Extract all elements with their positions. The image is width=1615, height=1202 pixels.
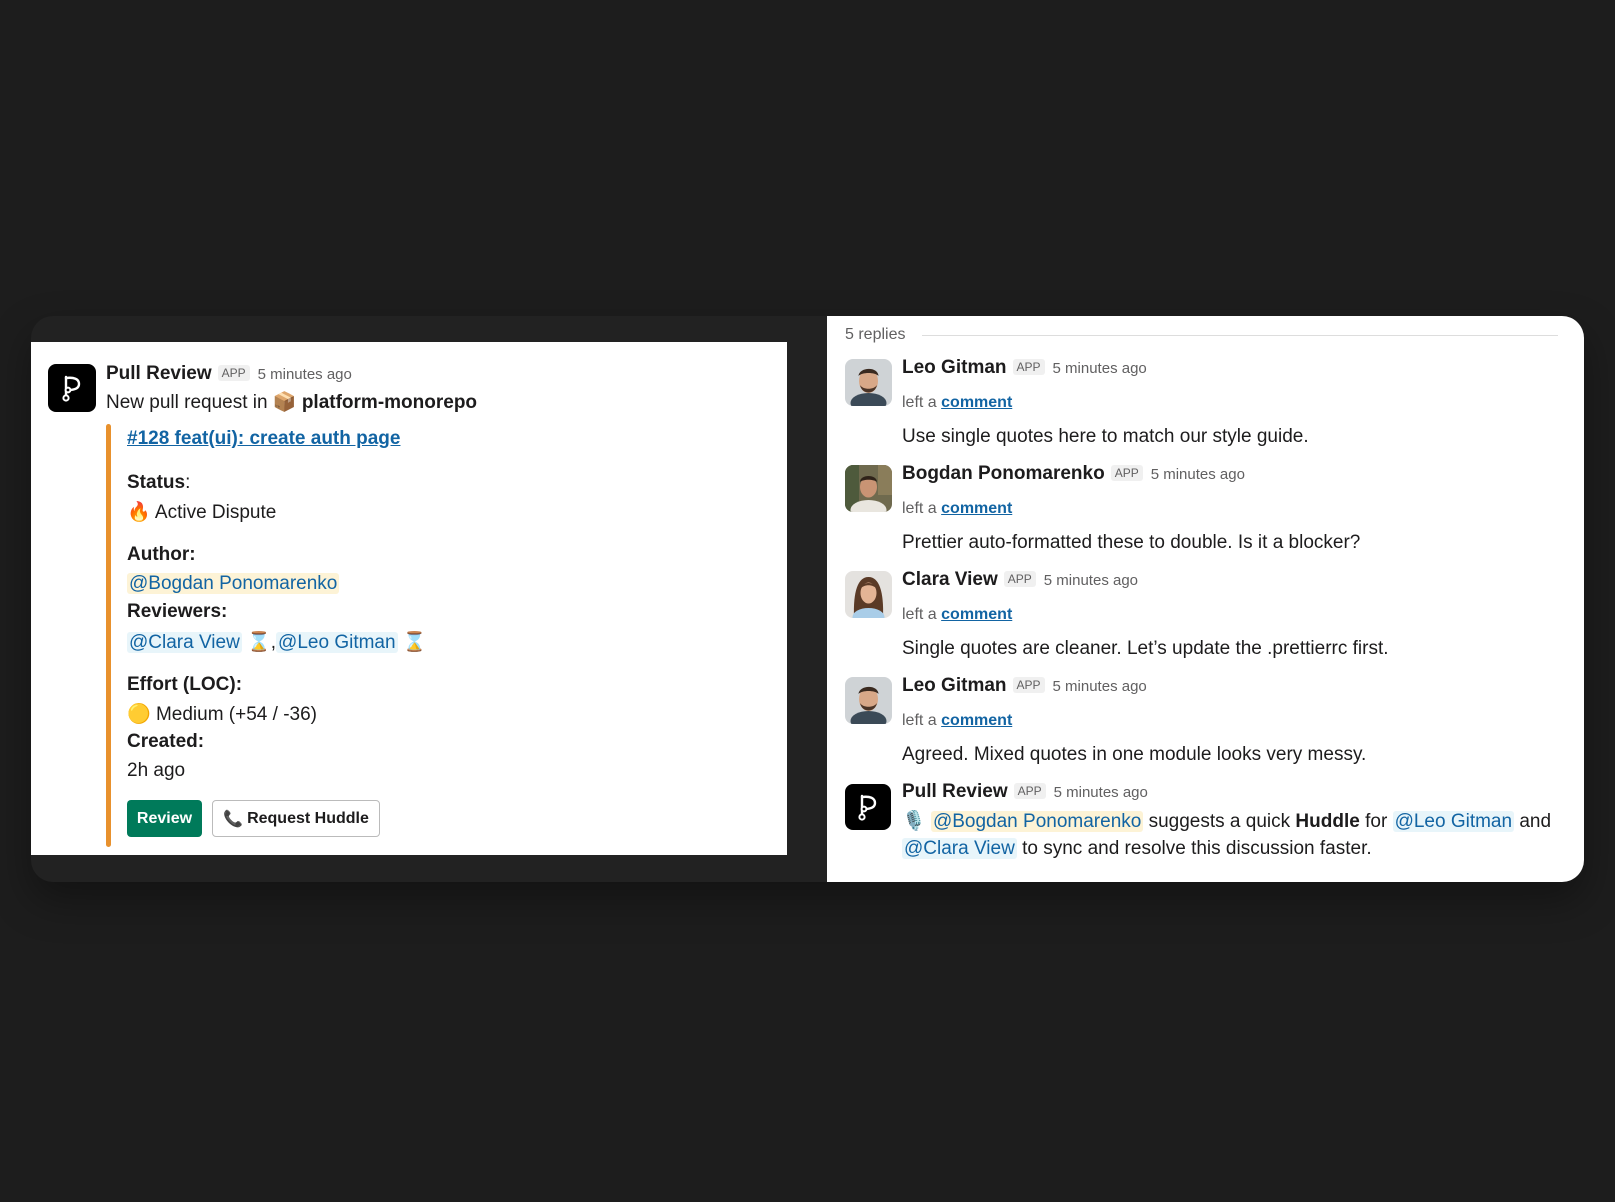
avatar-leo-gitman[interactable] <box>845 359 892 406</box>
author-value-line: @Bogdan Ponomarenko <box>127 573 340 595</box>
reply-header: Clara View APP 5 minutes ago <box>902 569 1138 591</box>
timestamp[interactable]: 5 minutes ago <box>1151 466 1245 483</box>
request-huddle-label: Request Huddle <box>247 809 369 827</box>
mention-leo[interactable]: @Leo Gitman <box>1392 811 1515 832</box>
pr-title-line: #128 feat(ui): create auth page <box>127 428 400 450</box>
package-icon: 📦 <box>272 391 297 413</box>
review-button[interactable]: Review <box>127 800 202 837</box>
reviewer-mention-leo[interactable]: @Leo Gitman <box>276 632 398 653</box>
suggestion-text: suggests a quick <box>1148 811 1291 832</box>
created-value-line: 2h ago <box>127 760 185 782</box>
reviewers-label: Reviewers: <box>127 601 228 622</box>
status-label: Status <box>127 472 186 493</box>
author-label: Author: <box>127 544 196 565</box>
reply-action-text: left a <box>902 500 937 517</box>
avatar-clara-view[interactable] <box>845 571 892 618</box>
hourglass-icon: ⌛ <box>402 631 427 653</box>
repo-name: platform-monorepo <box>301 392 478 413</box>
suggestion-text: to sync and resolve this discussion fast… <box>1022 838 1372 859</box>
phone-icon: 📞 <box>223 809 244 828</box>
reply-action-text: left a <box>902 712 937 729</box>
timestamp[interactable]: 5 minutes ago <box>1054 784 1148 801</box>
app-badge: APP <box>217 365 250 381</box>
effort-value: Medium (+54 / -36) <box>155 704 317 725</box>
avatar-leo-gitman[interactable] <box>845 677 892 724</box>
huddle-suggestion-line-2: @Clara View to sync and resolve this dis… <box>902 838 1372 860</box>
message-header: Pull Review APP 5 minutes ago <box>106 363 352 385</box>
request-huddle-button[interactable]: 📞 Request Huddle <box>212 800 380 837</box>
mention-bogdan[interactable]: @Bogdan Ponomarenko <box>930 811 1144 832</box>
yellow-circle-icon: 🟡 <box>127 703 151 725</box>
effort-label-line: Effort (LOC): <box>127 674 242 696</box>
comment-link[interactable]: comment <box>941 606 1012 623</box>
comment-link[interactable]: comment <box>941 394 1012 411</box>
intro-text: New pull request in <box>106 392 268 413</box>
pr-title-link[interactable]: #128 feat(ui): create auth page <box>127 428 400 449</box>
hourglass-icon: ⌛ <box>247 631 271 653</box>
reply-action-text: left a <box>902 394 937 411</box>
reply-header: Leo Gitman APP 5 minutes ago <box>902 675 1147 697</box>
timestamp[interactable]: 5 minutes ago <box>1053 678 1147 695</box>
comment-link[interactable]: comment <box>941 712 1012 729</box>
reply-text: Single quotes are cleaner. Let’s update … <box>902 638 1389 659</box>
reviewers-value-line: @Clara View ⌛, @Leo Gitman ⌛ <box>127 630 427 654</box>
reply-action-line: left a comment <box>902 606 1012 624</box>
timestamp[interactable]: 5 minutes ago <box>1053 360 1147 377</box>
status-label-line: Status: <box>127 472 190 494</box>
timestamp[interactable]: 5 minutes ago <box>258 366 352 383</box>
reply-author[interactable]: Pull Review <box>902 781 1008 802</box>
status-colon: : <box>185 472 191 493</box>
bot-name[interactable]: Pull Review <box>106 363 212 384</box>
reviewer-mention-clara[interactable]: @Clara View <box>127 632 242 653</box>
fire-icon: 🔥 <box>127 501 151 523</box>
reply-action-line: left a comment <box>902 712 1012 730</box>
avatar-bogdan-ponomarenko[interactable] <box>845 465 892 512</box>
app-badge: APP <box>1012 359 1045 375</box>
created-label: Created: <box>127 731 205 752</box>
comment-link[interactable]: comment <box>941 500 1012 517</box>
status-value: Active Dispute <box>154 502 277 523</box>
attachment-bar <box>106 424 111 847</box>
mention-clara[interactable]: @Clara View <box>902 838 1017 859</box>
author-mention[interactable]: @Bogdan Ponomarenko <box>127 573 340 594</box>
reply-text: Prettier auto-formatted these to double.… <box>902 532 1361 553</box>
created-value: 2h ago <box>127 760 186 781</box>
microphone-icon: 🎙️ <box>902 810 926 832</box>
reply-header: Bogdan Ponomarenko APP 5 minutes ago <box>902 463 1245 485</box>
reply-header: Pull Review APP 5 minutes ago <box>902 781 1148 803</box>
intro-line: New pull request in 📦 platform-monorepo <box>106 390 477 414</box>
status-value-line: 🔥 Active Dispute <box>127 500 276 524</box>
reply-author[interactable]: Bogdan Ponomarenko <box>902 463 1105 484</box>
app-badge: APP <box>1110 465 1143 481</box>
pull-review-logo-icon[interactable] <box>845 784 891 830</box>
reply-header: Leo Gitman APP 5 minutes ago <box>902 357 1147 379</box>
reply-text: Agreed. Mixed quotes in one module looks… <box>902 744 1367 765</box>
author-label-line: Author: <box>127 544 196 566</box>
reply-action-line: left a comment <box>902 500 1012 518</box>
replies-divider <box>922 335 1558 336</box>
branch-icon <box>858 794 877 821</box>
app-badge: APP <box>1012 677 1045 693</box>
created-label-line: Created: <box>127 731 204 753</box>
timestamp[interactable]: 5 minutes ago <box>1044 572 1138 589</box>
reply-text: Use single quotes here to match our styl… <box>902 426 1309 447</box>
reply-author[interactable]: Leo Gitman <box>902 357 1007 378</box>
huddle-bold-text: Huddle <box>1295 811 1360 832</box>
reply-author[interactable]: Clara View <box>902 569 998 590</box>
huddle-suggestion-line-1: 🎙️ @Bogdan Ponomarenko suggests a quick … <box>902 809 1551 833</box>
effort-label: Effort (LOC): <box>127 674 243 695</box>
app-badge: APP <box>1013 783 1046 799</box>
replies-count[interactable]: 5 replies <box>845 326 905 344</box>
pull-review-logo-icon[interactable] <box>48 364 96 412</box>
app-badge: APP <box>1003 571 1036 587</box>
reply-author[interactable]: Leo Gitman <box>902 675 1007 696</box>
suggestion-text: and <box>1519 811 1552 832</box>
effort-value-line: 🟡 Medium (+54 / -36) <box>127 702 317 726</box>
branch-icon <box>62 375 81 402</box>
reply-action-line: left a comment <box>902 394 1012 412</box>
reviewers-label-line: Reviewers: <box>127 601 227 623</box>
suggestion-text: for <box>1365 811 1388 832</box>
reply-action-text: left a <box>902 606 937 623</box>
